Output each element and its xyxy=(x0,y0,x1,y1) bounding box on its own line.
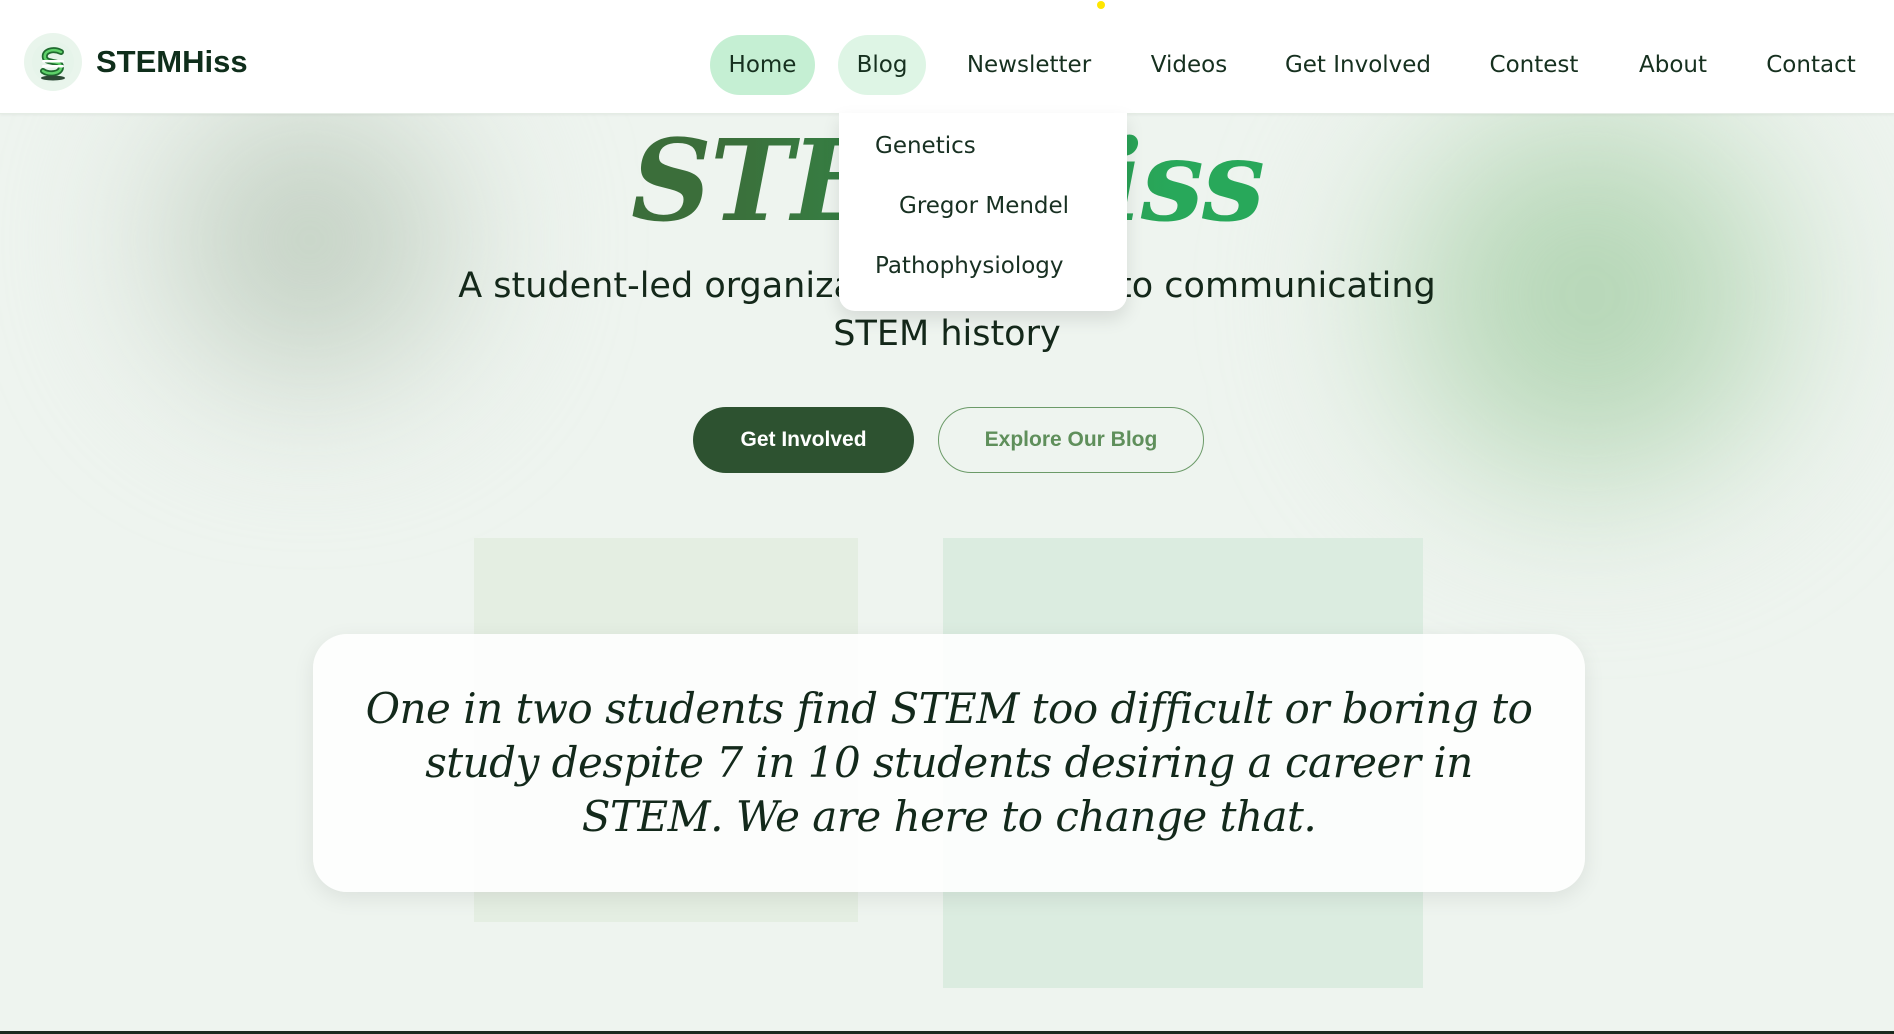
explore-blog-button[interactable]: Explore Our Blog xyxy=(938,407,1204,473)
navbar: STEMHiss Home Blog Newsletter Videos Get… xyxy=(0,0,1894,114)
get-involved-button[interactable]: Get Involved xyxy=(693,407,914,473)
nav-get-involved[interactable]: Get Involved xyxy=(1278,35,1438,95)
cursor-indicator xyxy=(1097,1,1105,9)
blog-dropdown-menu: Genetics Gregor Mendel Pathophysiology xyxy=(839,113,1127,311)
mission-quote-text: One in two students find STEM too diffic… xyxy=(365,684,1533,841)
page: STEMHiss A student-led organization dedi… xyxy=(0,0,1894,1034)
main-navigation: Home Blog Newsletter Videos Get Involved… xyxy=(0,35,1894,95)
dropdown-item-pathophysiology[interactable]: Pathophysiology xyxy=(875,253,1064,279)
nav-contest[interactable]: Contest xyxy=(1478,35,1590,95)
nav-videos[interactable]: Videos xyxy=(1140,35,1238,95)
dropdown-item-genetics[interactable]: Genetics xyxy=(875,133,976,159)
nav-about[interactable]: About xyxy=(1630,35,1716,95)
nav-contact[interactable]: Contact xyxy=(1756,35,1866,95)
nav-home[interactable]: Home xyxy=(710,35,815,95)
dropdown-item-gregor-mendel[interactable]: Gregor Mendel xyxy=(899,193,1069,219)
nav-newsletter[interactable]: Newsletter xyxy=(958,35,1100,95)
nav-blog[interactable]: Blog xyxy=(838,35,926,95)
mission-quote-card: One in two students find STEM too diffic… xyxy=(313,634,1585,892)
